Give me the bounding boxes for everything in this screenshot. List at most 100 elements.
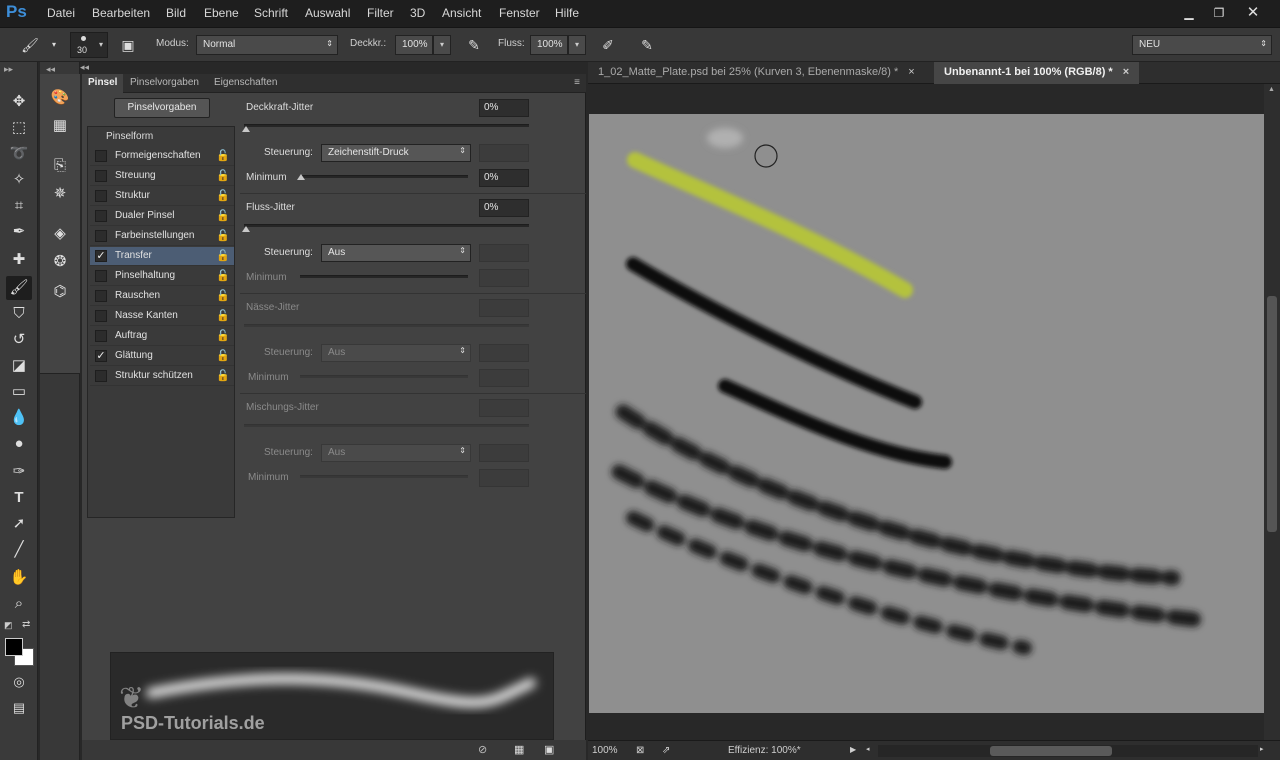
gradient-tool-icon[interactable]: ▭ xyxy=(6,380,32,404)
checkbox[interactable] xyxy=(95,370,107,382)
swap-colors-icon[interactable]: ⇄ xyxy=(22,619,30,630)
mix-control-select[interactable]: Aus ⇕ xyxy=(321,444,471,462)
screen-mode-icon[interactable]: ▤ xyxy=(6,696,32,720)
checkbox-checked[interactable]: ✓ xyxy=(95,350,107,362)
opacity-control-select[interactable]: Zeichenstift-Druck ⇕ xyxy=(321,144,471,162)
lock-icon[interactable]: 🔓 xyxy=(216,249,230,262)
checkbox[interactable] xyxy=(95,310,107,322)
mix-jitter-slider[interactable] xyxy=(244,424,529,427)
flow-minimum-slider[interactable] xyxy=(300,275,468,278)
pressure-size-icon[interactable]: ✎ xyxy=(637,36,657,54)
slider-thumb[interactable] xyxy=(242,126,250,132)
history-icon[interactable]: ⎘ xyxy=(48,154,72,178)
actions-icon[interactable]: ✵ xyxy=(48,182,72,206)
list-item-transfer[interactable]: ✓ Transfer 🔓 xyxy=(90,247,234,266)
dodge-tool-icon[interactable]: ● xyxy=(6,432,32,456)
brush-presets-button[interactable]: Pinselvorgaben xyxy=(114,98,210,118)
zoom-tool-icon[interactable]: ⌕ xyxy=(6,592,32,616)
wet-minimum-slider[interactable] xyxy=(300,375,468,378)
default-colors-icon[interactable]: ◩ xyxy=(4,620,13,631)
lock-icon[interactable]: 🔓 xyxy=(216,369,230,382)
menu-hilfe[interactable]: Hilfe xyxy=(555,6,579,20)
menu-auswahl[interactable]: Auswahl xyxy=(305,6,350,20)
menu-filter[interactable]: Filter xyxy=(367,6,394,20)
wet-minimum-input[interactable] xyxy=(479,369,529,387)
list-item-dualer-pinsel[interactable]: Dualer Pinsel 🔓 xyxy=(90,207,234,226)
play-arrow-icon[interactable]: ▶ xyxy=(850,745,856,754)
mode-select[interactable]: Normal ⇕ xyxy=(196,35,338,55)
close-tab-icon[interactable]: × xyxy=(1123,66,1129,78)
list-item-auftrag[interactable]: Auftrag 🔓 xyxy=(90,327,234,346)
path-selection-tool-icon[interactable]: ➚ xyxy=(6,512,32,536)
grid-icon[interactable]: ▦ xyxy=(514,743,524,756)
flow-jitter-input[interactable]: 0% xyxy=(479,199,529,217)
lock-icon[interactable]: 🔓 xyxy=(216,189,230,202)
airbrush-icon[interactable]: ✐ xyxy=(598,36,618,54)
opacity-jitter-slider[interactable] xyxy=(244,124,529,127)
share-icon[interactable]: ⇗ xyxy=(662,745,670,756)
slider-thumb[interactable] xyxy=(297,174,305,180)
lock-icon[interactable]: 🔓 xyxy=(216,349,230,362)
horizontal-scroll-thumb[interactable] xyxy=(990,746,1112,756)
workspace-select[interactable]: NEU ⇕ xyxy=(1132,35,1272,55)
lock-icon[interactable]: 🔓 xyxy=(216,269,230,282)
opacity-input[interactable]: 100% xyxy=(395,35,433,55)
flow-control-select[interactable]: Aus ⇕ xyxy=(321,244,471,262)
brush-tip-shape-item[interactable]: Pinselform xyxy=(106,131,153,142)
flow-minimum-input[interactable] xyxy=(479,269,529,287)
lock-icon[interactable]: 🔓 xyxy=(216,329,230,342)
lock-icon[interactable]: 🔓 xyxy=(216,229,230,242)
checkbox-checked[interactable]: ✓ xyxy=(95,250,107,262)
lock-icon[interactable]: 🔓 xyxy=(216,289,230,302)
lock-icon[interactable]: 🔓 xyxy=(216,169,230,182)
tab-eigenschaften[interactable]: Eigenschaften xyxy=(208,74,283,93)
tab-pinselvorgaben[interactable]: Pinselvorgaben xyxy=(124,74,205,93)
canvas[interactable] xyxy=(589,114,1264,713)
wet-jitter-input[interactable] xyxy=(479,299,529,317)
wet-control-select[interactable]: Aus ⇕ xyxy=(321,344,471,362)
control-extra-field[interactable] xyxy=(479,344,529,362)
opacity-minimum-slider[interactable] xyxy=(300,175,468,178)
line-tool-icon[interactable]: ╱ xyxy=(6,538,32,562)
menu-ansicht[interactable]: Ansicht xyxy=(442,6,481,20)
crop-tool-icon[interactable]: ⌗ xyxy=(6,194,32,218)
panel-menu-icon[interactable]: ≡ xyxy=(574,77,580,88)
quick-selection-tool-icon[interactable]: ✧ xyxy=(6,168,32,192)
lock-icon[interactable]: 🔓 xyxy=(216,149,230,162)
toggle-protect-icon[interactable]: ⊘ xyxy=(478,743,487,756)
collapse-icon[interactable]: ◂◂ xyxy=(80,62,89,73)
menu-ebene[interactable]: Ebene xyxy=(204,6,239,20)
swatches-grid-icon[interactable]: ▦ xyxy=(48,114,72,138)
opacity-dropdown-icon[interactable]: ▾ xyxy=(433,35,451,55)
move-tool-icon[interactable]: ✥ xyxy=(6,90,32,114)
chevron-down-icon[interactable]: ▾ xyxy=(44,36,64,54)
list-item-struktur-schuetzen[interactable]: Struktur schützen 🔓 xyxy=(90,367,234,386)
vertical-scrollbar[interactable]: ▲ xyxy=(1264,84,1280,740)
list-item-rauschen[interactable]: Rauschen 🔓 xyxy=(90,287,234,306)
clone-stamp-tool-icon[interactable]: ⛉ xyxy=(6,302,32,326)
checkbox[interactable] xyxy=(95,210,107,222)
status-doc-icon[interactable]: ⊠ xyxy=(636,745,644,756)
opacity-minimum-input[interactable]: 0% xyxy=(479,169,529,187)
blur-tool-icon[interactable]: 💧 xyxy=(6,406,32,430)
wet-jitter-slider[interactable] xyxy=(244,324,529,327)
control-extra-field[interactable] xyxy=(479,144,529,162)
checkbox[interactable] xyxy=(95,190,107,202)
close-tab-icon[interactable]: × xyxy=(908,66,914,78)
list-item-nasse-kanten[interactable]: Nasse Kanten 🔓 xyxy=(90,307,234,326)
brush-tool-icon[interactable]: 🖌 xyxy=(6,276,32,300)
eraser-tool-icon[interactable]: ◪ xyxy=(6,354,32,378)
menu-3d[interactable]: 3D xyxy=(410,6,425,20)
checkbox[interactable] xyxy=(95,270,107,282)
menu-fenster[interactable]: Fenster xyxy=(499,6,540,20)
menu-bild[interactable]: Bild xyxy=(166,6,186,20)
lock-icon[interactable]: 🔓 xyxy=(216,309,230,322)
list-item-farbeinstellungen[interactable]: Farbeinstellungen 🔓 xyxy=(90,227,234,246)
brush-tool-icon[interactable]: 🖌 xyxy=(20,36,40,54)
control-extra-field[interactable] xyxy=(479,444,529,462)
paths-icon[interactable]: ⌬ xyxy=(48,280,72,304)
brush-preset-picker[interactable]: 30 ▾ xyxy=(70,32,108,58)
history-brush-tool-icon[interactable]: ↺ xyxy=(6,328,32,352)
vertical-scroll-thumb[interactable] xyxy=(1267,296,1277,532)
flow-input[interactable]: 100% xyxy=(530,35,568,55)
